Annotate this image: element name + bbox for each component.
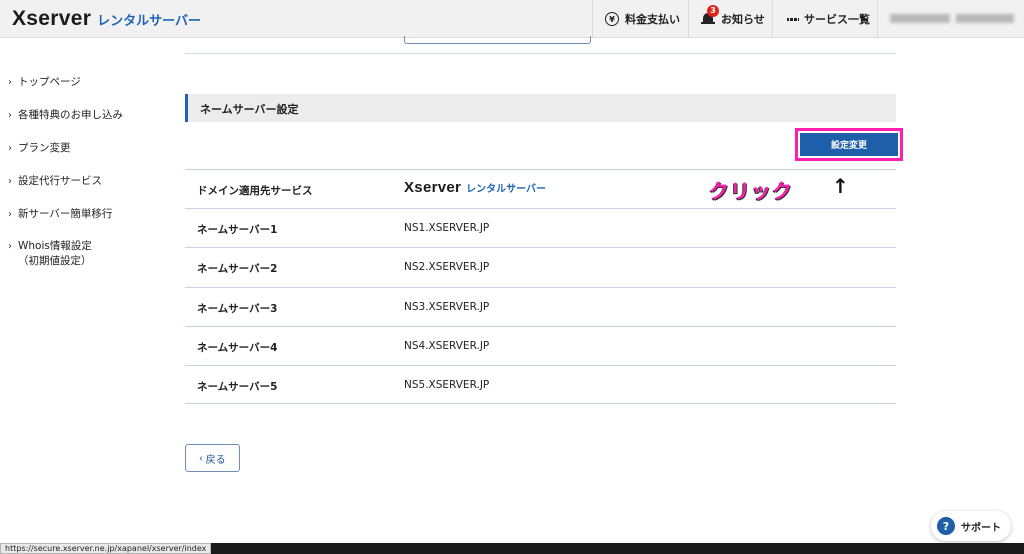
logo-main-text: Xserver — [12, 7, 92, 30]
row-label: ドメイン適用先サービス — [197, 185, 313, 197]
header: Xserver レンタルサーバー ¥ 料金支払い 3 お知らせ サービス一覧 — [0, 0, 1024, 38]
back-button-label: 戻る — [205, 454, 226, 466]
billing-link[interactable]: ¥ 料金支払い — [592, 0, 688, 38]
sidebar-item-top[interactable]: › トップページ — [8, 75, 81, 90]
logo-main-text: Xserver — [404, 179, 462, 196]
table-row: ネームサーバー4 NS4.XSERVER.JP — [185, 325, 896, 365]
chevron-left-icon: ‹ — [199, 452, 203, 464]
support-button[interactable]: ? サポート — [931, 511, 1011, 541]
services-menu[interactable]: サービス一覧 — [772, 0, 877, 38]
chevron-right-icon: › — [8, 110, 12, 121]
blurred-user-name — [956, 14, 1014, 23]
notification-badge: 3 — [707, 5, 719, 17]
support-label: サポート — [961, 522, 1001, 534]
row-value: NS4.XSERVER.JP — [404, 339, 490, 352]
services-label: サービス一覧 — [804, 13, 870, 26]
chevron-right-icon: › — [8, 176, 12, 187]
sidebar-item-label: トップページ — [18, 76, 81, 88]
row-label: ネームサーバー2 — [197, 263, 278, 276]
highlight-frame: 設定変更 — [795, 128, 903, 161]
yen-icon: ¥ — [605, 12, 619, 26]
grid-icon — [787, 14, 798, 25]
sidebar-item-setup-service[interactable]: › 設定代行サービス — [8, 174, 102, 189]
previous-section-box — [404, 36, 591, 44]
row-value: NS2.XSERVER.JP — [404, 261, 490, 274]
sidebar-item-label: 新サーバー簡単移行 — [18, 208, 113, 220]
table-row: ネームサーバー3 NS3.XSERVER.JP — [185, 286, 896, 326]
table-row: ドメイン適用先サービス Xserver レンタルサーバー — [185, 169, 896, 208]
bell-icon: 3 — [701, 5, 719, 26]
blurred-user-id — [890, 14, 950, 23]
row-value: NS5.XSERVER.JP — [404, 378, 490, 391]
status-url: https://secure.xserver.ne.jp/xapanel/xse… — [0, 543, 212, 554]
sidebar-item-label: プラン変更 — [18, 142, 71, 154]
sidebar-item-sublabel: （初期値設定） — [18, 255, 92, 267]
notifications-link[interactable]: 3 お知らせ — [688, 0, 772, 38]
row-label: ネームサーバー5 — [197, 380, 278, 393]
chevron-right-icon: › — [8, 77, 12, 88]
user-account-menu[interactable] — [877, 0, 1024, 38]
sidebar-item-label: Whois情報設定 — [18, 240, 92, 252]
table-row: ネームサーバー2 NS2.XSERVER.JP — [185, 247, 896, 286]
back-button[interactable]: ‹ 戻る — [185, 444, 240, 472]
sidebar-item-benefits[interactable]: › 各種特典のお申し込み — [8, 108, 123, 123]
help-icon: ? — [937, 517, 955, 535]
section-title: ネームサーバー設定 — [200, 103, 299, 116]
row-label: ネームサーバー1 — [197, 224, 278, 237]
sidebar-item-label: 各種特典のお申し込み — [18, 109, 123, 121]
change-settings-button[interactable]: 設定変更 — [800, 133, 898, 156]
row-value: NS3.XSERVER.JP — [404, 300, 490, 313]
row-label: ネームサーバー4 — [197, 341, 278, 354]
chevron-right-icon: › — [8, 143, 12, 154]
table-row: ネームサーバー5 NS5.XSERVER.JP — [185, 364, 896, 405]
notifications-label: お知らせ — [721, 13, 765, 26]
sidebar-item-label: 設定代行サービス — [18, 175, 102, 187]
section-header: ネームサーバー設定 — [185, 94, 896, 122]
sidebar-item-migration[interactable]: › 新サーバー簡単移行 — [8, 207, 112, 222]
logo-sub-text: レンタルサーバー — [97, 14, 202, 29]
divider — [185, 53, 896, 54]
nameserver-table: ドメイン適用先サービス Xserver レンタルサーバー ネームサーバー1 NS… — [185, 169, 896, 405]
sidebar-item-plan-change[interactable]: › プラン変更 — [8, 141, 71, 156]
xserver-logo[interactable]: Xserver レンタルサーバー — [12, 7, 201, 31]
billing-label: 料金支払い — [625, 13, 680, 26]
chevron-right-icon: › — [8, 209, 12, 220]
sidebar-item-whois[interactable]: › Whois情報設定 （初期値設定） — [8, 239, 92, 269]
logo-sub-text: レンタルサーバー — [466, 184, 547, 195]
table-row: ネームサーバー1 NS1.XSERVER.JP — [185, 208, 896, 247]
row-label: ネームサーバー3 — [197, 302, 278, 315]
xserver-service-logo: Xserver レンタルサーバー — [404, 179, 546, 196]
row-value: NS1.XSERVER.JP — [404, 222, 490, 235]
chevron-right-icon: › — [8, 241, 12, 252]
